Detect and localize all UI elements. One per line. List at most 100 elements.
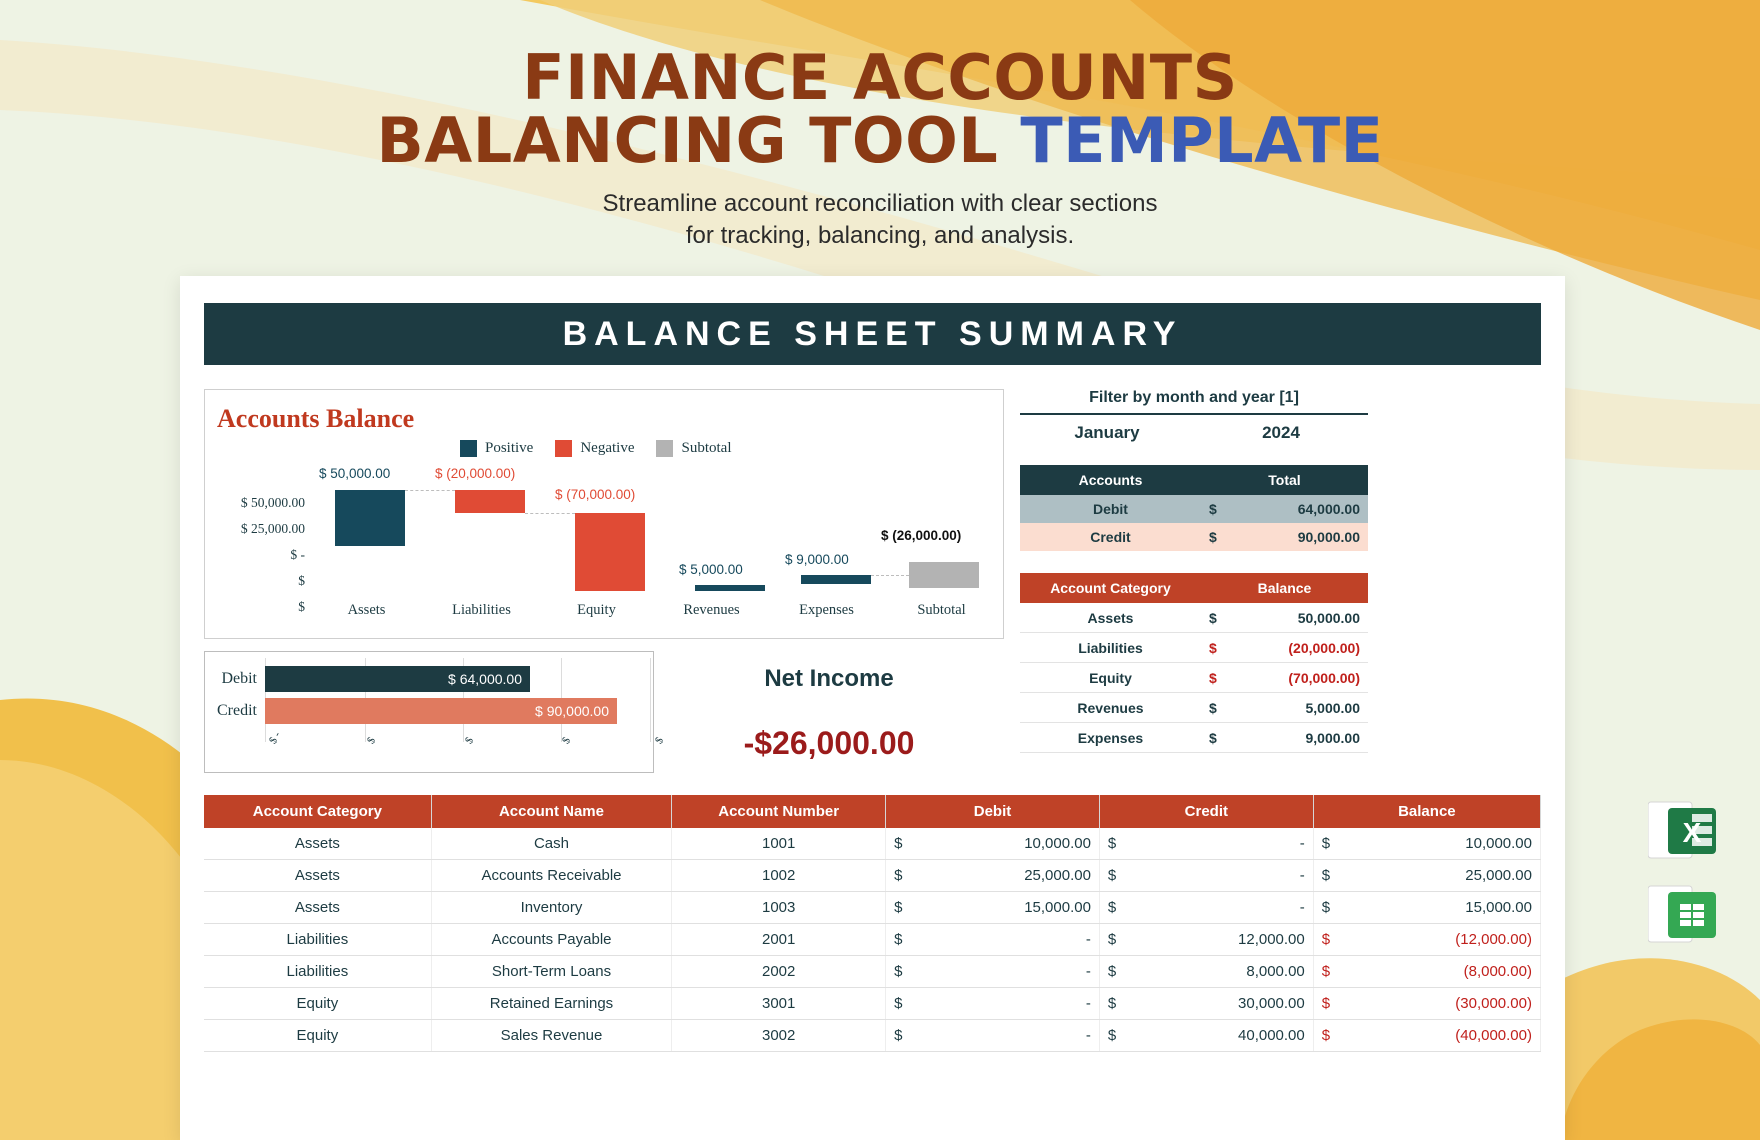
x-tick-equity: Equity [577, 602, 616, 618]
th-balance: Balance [1313, 795, 1542, 828]
cell-account-category: Liabilities [204, 955, 432, 988]
currency-symbol: $ [894, 867, 903, 884]
x-tick-expenses: Expenses [799, 602, 854, 618]
account-category-table: Account Category Balance Assets $50,000.0… [1020, 573, 1368, 753]
google-sheets-file-icon[interactable] [1647, 884, 1720, 946]
th-credit: Credit [1099, 795, 1314, 828]
th-account-category: Account Category [204, 795, 432, 828]
net-income-block: Net Income -$26,000.00 [654, 651, 1004, 773]
cell-account-number: 1002 [671, 859, 887, 892]
filter-values: January 2024 [1020, 423, 1368, 443]
dc-row-debit: Debit $ 64,000.00 [213, 666, 530, 692]
bar-liabilities [455, 490, 525, 513]
th-accounts: Accounts [1020, 465, 1201, 495]
bar-subtotal [909, 562, 979, 588]
th-account-category: Account Category [1020, 573, 1201, 603]
table-row: Credit $ 90,000.00 [1020, 523, 1368, 551]
cell-account-name: Accounts Receivable [431, 859, 673, 892]
bar-label-assets: $ 50,000.00 [319, 466, 391, 481]
category-row-balance: $9,000.00 [1200, 722, 1368, 753]
debit-credit-chart: Debit $ 64,000.00 Credit $ 90,000.00 $ -… [204, 651, 666, 773]
table-row: Liabilities Accounts Payable 2001 $ - $12,000… [204, 923, 1542, 956]
legend-label-subtotal: Subtotal [681, 440, 732, 456]
currency-symbol: $ [1107, 835, 1117, 852]
dc-x-tick-0: $ - [267, 729, 284, 746]
excel-file-icon[interactable]: X [1647, 800, 1720, 862]
cell-account-category: Liabilities [204, 923, 432, 956]
th-total: Total [1200, 465, 1368, 495]
x-tick-liabilities: Liabilities [452, 602, 511, 618]
currency-symbol: $ [894, 995, 903, 1012]
cell-debit: $10,000.00 [885, 828, 1100, 860]
cell-account-number: 2002 [671, 955, 887, 988]
cell-account-name: Retained Earnings [431, 987, 673, 1020]
y-tick-1: $ 25,000.00 [240, 521, 305, 536]
x-tick-revenues: Revenues [683, 602, 740, 618]
amount-value: (20,000.00) [1288, 639, 1360, 656]
bar-label-liabilities: $ (20,000.00) [435, 466, 516, 481]
table-row: Equity $ (70,000.00) [1020, 662, 1368, 693]
table-row: Equity Sales Revenue 3002 $ - $40,000.00 $ (40,… [204, 1019, 1542, 1052]
category-row-name: Liabilities [1020, 632, 1201, 663]
table-row: Assets Inventory 1003 $15,000.00 $ - $15,000.0… [204, 891, 1542, 924]
filter-year[interactable]: 2024 [1194, 423, 1368, 443]
page-subtitle: Streamline account reconciliation with c… [0, 188, 1760, 251]
accounts-row-name: Credit [1020, 523, 1201, 551]
accounts-row-amount: $ 64,000.00 [1200, 495, 1368, 523]
cell-account-number: 1003 [671, 891, 887, 924]
connector-3 [871, 575, 909, 576]
x-tick-assets: Assets [347, 602, 386, 618]
currency-symbol: $ [1321, 931, 1331, 948]
currency-symbol: $ [1321, 867, 1331, 884]
amount-value: (70,000.00) [1288, 669, 1360, 686]
dc-label-debit: Debit [221, 670, 257, 687]
balance-sheet-summary-banner: BALANCE SHEET SUMMARY [204, 303, 1541, 365]
connector-1 [405, 490, 455, 491]
bar-label-equity: $ (70,000.00) [555, 487, 636, 502]
net-income-value: -$26,000.00 [743, 725, 915, 761]
title-line-2: BALANCING TOOL TEMPLATE [0, 109, 1760, 172]
cell-balance: $ (8,000.00) [1313, 955, 1542, 988]
page-title: FINANCE ACCOUNTS BALANCING TOOL TEMPLATE [0, 46, 1760, 173]
cell-account-category: Equity [204, 1019, 432, 1052]
currency-symbol: $ [894, 931, 903, 948]
th-account-number: Account Number [671, 795, 887, 828]
accounts-row-name: Debit [1020, 495, 1201, 523]
x-tick-subtotal: Subtotal [917, 602, 966, 618]
currency-symbol: $ [1208, 609, 1217, 626]
chart-x-axis: Assets Liabilities Equity Revenues Expen… [309, 602, 999, 619]
accounts-totals-table: Accounts Total Debit $ 64,000.00 Credit … [1020, 465, 1368, 551]
filter-month[interactable]: January [1020, 423, 1194, 443]
currency-symbol: $ [1321, 835, 1331, 852]
dc-x-tick-1: $ [365, 735, 379, 746]
y-tick-0: $ 50,000.00 [240, 495, 305, 510]
category-row-name: Assets [1020, 603, 1201, 633]
currency-symbol: $ [1107, 995, 1117, 1012]
cell-balance: $ (30,000.00) [1313, 987, 1542, 1020]
cell-balance: $ (12,000.00) [1313, 923, 1542, 956]
connector-2 [525, 513, 575, 514]
legend-item-negative: Negative [555, 440, 634, 457]
legend-swatch-subtotal [656, 440, 674, 457]
category-row-name: Equity [1020, 662, 1201, 693]
chart-title: Accounts Balance [217, 404, 415, 433]
cell-credit: $8,000.00 [1099, 955, 1314, 988]
cell-account-category: Assets [204, 828, 432, 860]
table-row: Liabilities $ (20,000.00) [1020, 632, 1368, 663]
cell-account-number: 2001 [671, 923, 887, 956]
bar-revenues [695, 585, 765, 591]
th-account-name: Account Name [431, 795, 673, 828]
cell-debit: $ - [885, 1019, 1100, 1052]
currency-symbol: $ [1321, 899, 1331, 916]
subtitle-line-1: Streamline account reconciliation with c… [602, 190, 1158, 218]
table-row: Debit $ 64,000.00 [1020, 495, 1368, 523]
legend-label-negative: Negative [580, 440, 635, 456]
legend-swatch-negative [555, 440, 573, 457]
cell-debit: $ - [885, 987, 1100, 1020]
dc-x-axis: $ - $ $ $ $ [265, 730, 666, 768]
category-row-balance: $ (70,000.00) [1200, 662, 1368, 693]
chart-legend: Positive Negative Subtotal [460, 440, 732, 457]
cell-credit: $ - [1099, 828, 1314, 860]
dc-x-tick-3: $ [560, 735, 574, 746]
bar-expenses [801, 575, 871, 584]
